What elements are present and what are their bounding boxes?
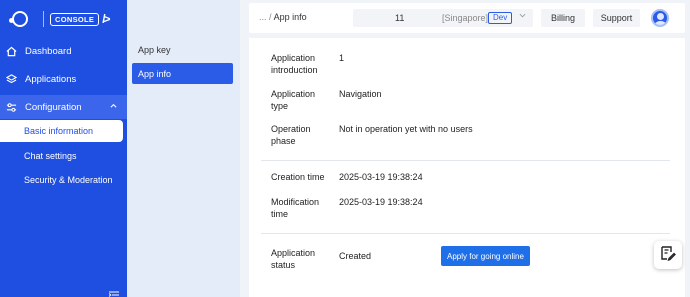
sidebar-subitem-basic-information[interactable]: Basic information [0,120,123,142]
subnav-item-label: App key [138,44,171,55]
avatar[interactable] [651,9,669,27]
feedback-button[interactable] [654,241,682,269]
collapse-menu-icon[interactable] [108,286,119,297]
layers-icon [5,73,17,85]
modified-value: 2025-03-19 19:38:24 [339,197,423,207]
sidebar-subitem-security-moderation[interactable]: Security & Moderation [0,169,127,191]
support-button[interactable]: Support [593,9,640,27]
instance-selector[interactable]: 11 [Singapore] Dev [353,9,533,27]
apply-for-going-online-button[interactable]: Apply for going online [441,246,530,266]
sidebar-subitem-chat-settings[interactable]: Chat settings [0,145,127,167]
intro-label: Application introduction [271,53,318,75]
instance-region: [Singapore] [442,13,489,23]
secondary-nav: App key App info [127,0,240,297]
logo-divider [43,11,44,27]
created-value: 2025-03-19 19:38:24 [339,172,423,182]
sidebar-subitem-label: Chat settings [24,151,77,161]
breadcrumb-ellipsis[interactable]: ... [259,12,267,22]
app-info-card: Application introduction 1 Application t… [249,38,685,297]
sidebar-subitem-label: Basic information [24,126,94,136]
billing-button[interactable]: Billing [541,9,585,27]
phase-label: Operation phase [271,124,311,146]
sidebar-item-dashboard[interactable]: Dashboard [0,39,127,63]
breadcrumb-separator: / [269,12,272,22]
sliders-icon [5,101,17,113]
status-value: Created [339,251,372,261]
logo[interactable]: CONSOLE /> [9,9,111,29]
console-logo-text: CONSOLE [50,12,100,26]
subnav-item-label: App info [138,68,172,79]
section-divider [261,233,670,234]
phase-value: Not in operation yet with no users [339,124,473,134]
intro-value: 1 [339,53,345,63]
subnav-item-app-key[interactable]: App key [132,39,233,60]
sidebar-item-label: Configuration [25,101,82,113]
sidebar-item-label: Applications [25,73,77,85]
instance-id: 11 [395,13,405,23]
sidebar-item-configuration[interactable]: Configuration [0,95,127,119]
edit-note-icon [660,245,676,266]
logo-icon [9,10,35,28]
top-bar: ... / App info 11 [Singapore] Dev Billin… [249,3,685,33]
console-slash-icon: /> [102,12,110,26]
modified-label: Modification time [271,197,320,219]
chevron-down-icon [519,13,526,20]
created-label: Creation time [271,172,325,182]
chevron-up-icon [110,101,117,110]
home-icon [5,45,17,57]
status-label: Application status [271,248,316,270]
breadcrumb-current: App info [273,12,307,22]
type-label: Application type [271,89,316,111]
sidebar-item-applications[interactable]: Applications [0,67,127,91]
sidebar: CONSOLE /> Dashboard Applications Config… [0,0,127,297]
type-value: Navigation [339,89,382,99]
env-badge: Dev [488,12,513,24]
sidebar-item-label: Dashboard [25,45,72,57]
breadcrumb: ... / App info [259,12,307,22]
section-divider [261,160,670,161]
subnav-item-app-info[interactable]: App info [132,63,233,84]
sidebar-subitem-label: Security & Moderation [24,175,113,185]
